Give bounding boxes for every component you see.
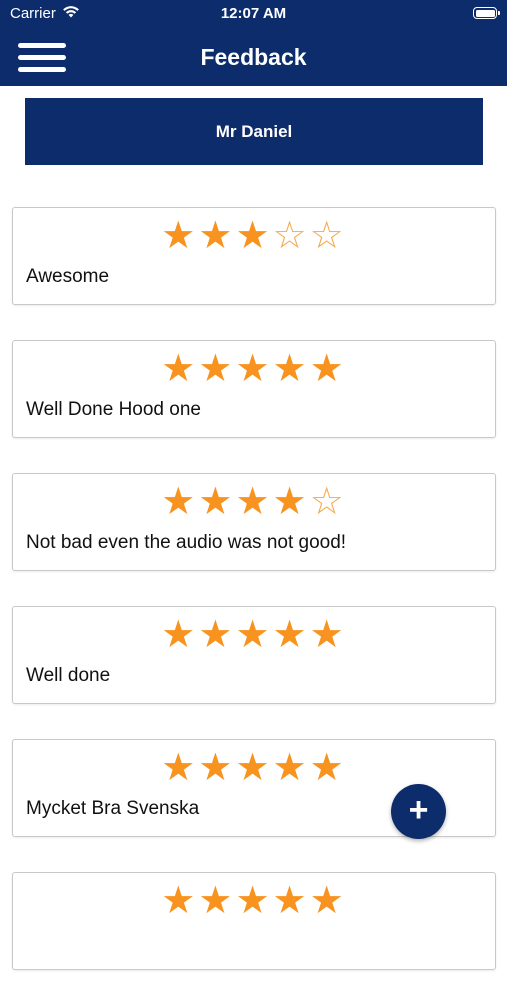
filled-star-icon: ★ <box>272 481 310 523</box>
filled-star-icon: ★ <box>161 348 199 390</box>
feedback-comment: Well Done Hood one <box>26 399 201 420</box>
feedback-card: ★★★★★ <box>12 872 496 970</box>
filled-star-icon: ★ <box>235 481 273 523</box>
feedback-comment: Not bad even the audio was not good! <box>26 532 347 553</box>
star-rating: ★★★☆☆ <box>13 216 495 256</box>
filled-star-icon: ★ <box>198 348 236 390</box>
filled-star-icon: ★ <box>272 880 310 922</box>
status-bar: Carrier 12:07 AM <box>0 0 507 30</box>
star-rating: ★★★★★ <box>13 881 495 921</box>
feedback-list: ★★★☆☆ Awesome ★★★★★ Well Done Hood one ★★★★☆… <box>12 207 496 1005</box>
navigation-bar: Feedback <box>0 30 507 86</box>
feedback-comment: Awesome <box>26 266 110 287</box>
filled-star-icon: ★ <box>235 614 273 656</box>
battery-icon <box>473 7 500 19</box>
feedback-card: ★★★★★ Well done <box>12 606 496 704</box>
filled-star-icon: ★ <box>272 348 310 390</box>
filled-star-icon: ★ <box>309 880 347 922</box>
filled-star-icon: ★ <box>235 747 273 789</box>
filled-star-icon: ★ <box>235 215 273 257</box>
filled-star-icon: ★ <box>161 880 199 922</box>
feedback-comment: Well done <box>26 665 111 686</box>
feedback-card: ★★★★★ Well Done Hood one <box>12 340 496 438</box>
filled-star-icon: ★ <box>309 747 347 789</box>
filled-star-icon: ★ <box>198 880 236 922</box>
filled-star-icon: ★ <box>198 481 236 523</box>
filled-star-icon: ★ <box>198 747 236 789</box>
status-time: 12:07 AM <box>220 5 287 22</box>
filled-star-icon: ★ <box>235 348 273 390</box>
name-banner: Mr Daniel <box>25 98 483 165</box>
filled-star-icon: ★ <box>235 880 273 922</box>
filled-star-icon: ★ <box>198 215 236 257</box>
page-title: Feedback <box>200 44 307 70</box>
filled-star-icon: ★ <box>161 481 199 523</box>
instructor-name: Mr Daniel <box>215 121 293 141</box>
star-rating: ★★★★★ <box>13 748 495 788</box>
filled-star-icon: ★ <box>309 614 347 656</box>
filled-star-icon: ★ <box>161 747 199 789</box>
filled-star-icon: ★ <box>161 614 199 656</box>
star-rating: ★★★★☆ <box>13 482 495 522</box>
filled-star-icon: ★ <box>309 348 347 390</box>
star-rating: ★★★★★ <box>13 349 495 389</box>
filled-star-icon: ★ <box>272 614 310 656</box>
empty-star-icon: ☆ <box>309 481 347 523</box>
plus-icon: + <box>408 791 429 829</box>
feedback-comment: Mycket Bra Svenska <box>26 798 200 819</box>
add-feedback-button[interactable]: + <box>391 784 446 839</box>
feedback-card: ★★★★☆ Not bad even the audio was not good… <box>12 473 496 571</box>
empty-star-icon: ☆ <box>309 215 347 257</box>
filled-star-icon: ★ <box>272 747 310 789</box>
empty-star-icon: ☆ <box>272 215 310 257</box>
filled-star-icon: ★ <box>161 215 199 257</box>
filled-star-icon: ★ <box>198 614 236 656</box>
feedback-card: ★★★☆☆ Awesome <box>12 207 496 305</box>
star-rating: ★★★★★ <box>13 615 495 655</box>
